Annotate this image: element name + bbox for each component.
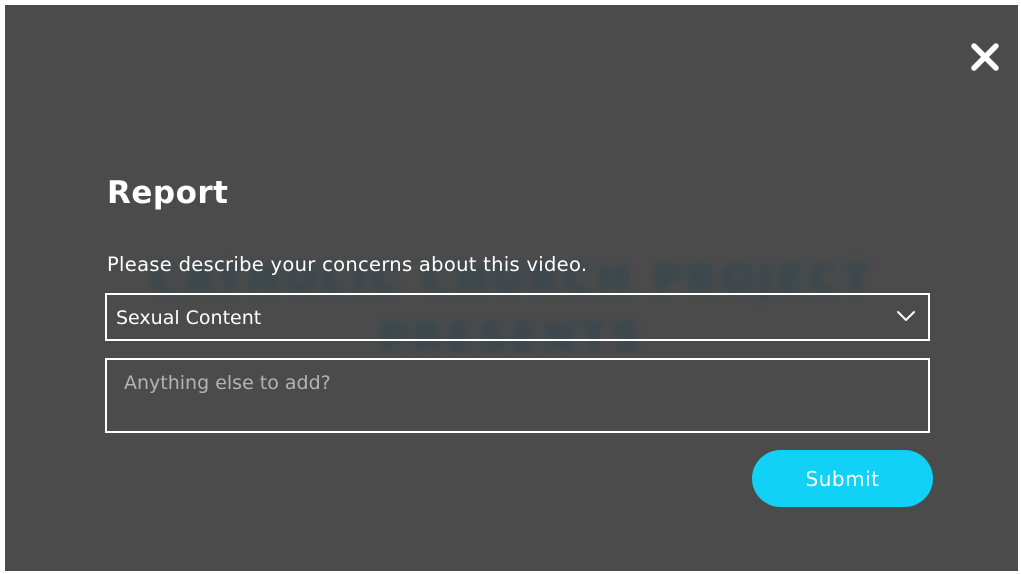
- report-title: Report: [107, 175, 229, 211]
- chevron-down-icon: [896, 309, 916, 323]
- report-description: Please describe your concerns about this…: [107, 253, 588, 276]
- close-button[interactable]: [967, 39, 1003, 75]
- report-modal-overlay: CATHOLIC CHURCH PROJECT PRESENTS Report …: [5, 5, 1018, 571]
- additional-details-field[interactable]: [105, 358, 930, 433]
- report-reason-selected-value: Sexual Content: [116, 307, 262, 329]
- report-reason-select[interactable]: Sexual Content: [105, 293, 930, 341]
- close-icon: [971, 43, 999, 71]
- submit-button[interactable]: Submit: [752, 450, 933, 507]
